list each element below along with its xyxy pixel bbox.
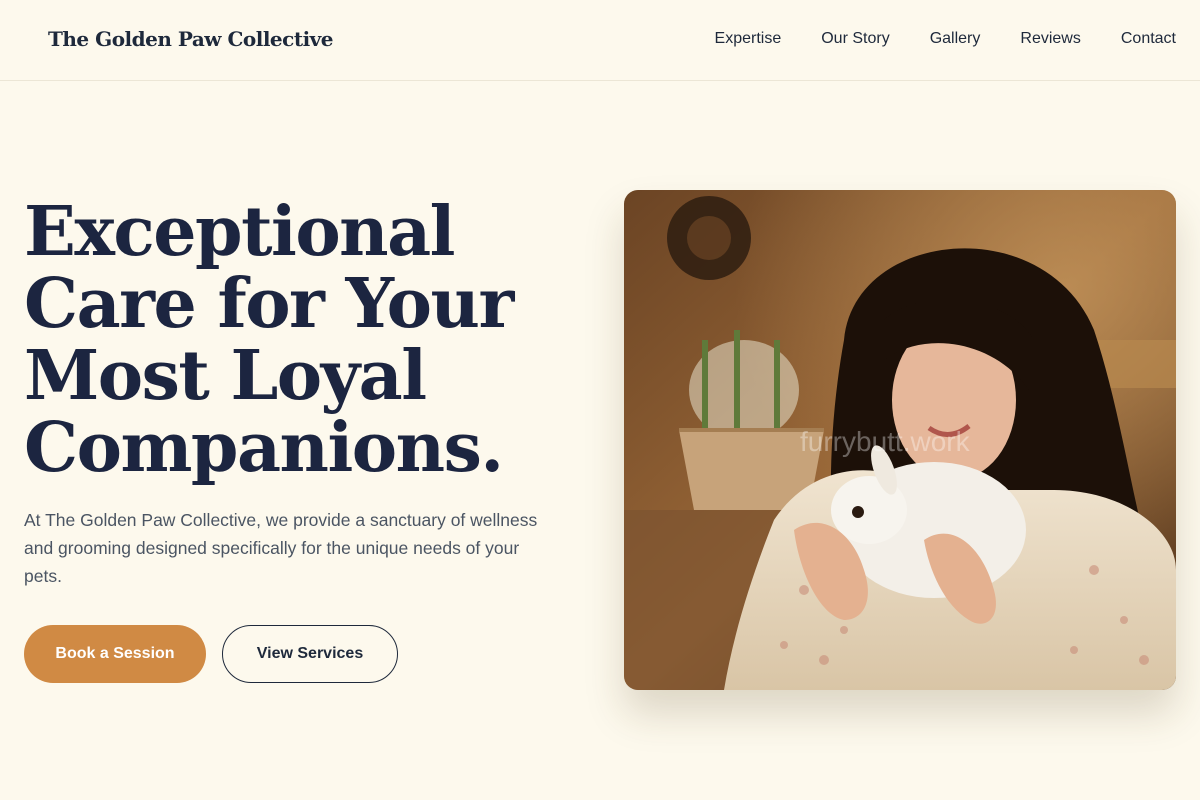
nav-link-contact[interactable]: Contact bbox=[1121, 30, 1176, 48]
image-watermark: furrybutt.work bbox=[800, 426, 970, 457]
nav-link-our-story[interactable]: Our Story bbox=[821, 30, 889, 48]
brand-logo[interactable]: The Golden Paw Collective bbox=[48, 27, 334, 51]
main-nav: Expertise Our Story Gallery Reviews Cont… bbox=[715, 30, 1176, 48]
hero-buttons: Book a Session View Services bbox=[24, 625, 398, 683]
hero-headline: Exceptional Care for Your Most Loyal Com… bbox=[24, 196, 584, 484]
headline-line: Companions. bbox=[24, 408, 504, 488]
hero-photo: furrybutt.work bbox=[624, 190, 1176, 690]
view-services-button[interactable]: View Services bbox=[222, 625, 398, 683]
book-session-button[interactable]: Book a Session bbox=[24, 625, 206, 683]
headline-line: Care for Your bbox=[24, 264, 514, 344]
headline-line: Exceptional bbox=[24, 192, 456, 272]
nav-link-reviews[interactable]: Reviews bbox=[1020, 30, 1080, 48]
headline-line: Most Loyal bbox=[24, 336, 427, 416]
nav-link-gallery[interactable]: Gallery bbox=[930, 30, 981, 48]
site-header: The Golden Paw Collective Expertise Our … bbox=[0, 0, 1200, 81]
hero-text: Exceptional Care for Your Most Loyal Com… bbox=[24, 196, 584, 590]
nav-link-expertise[interactable]: Expertise bbox=[715, 30, 782, 48]
hero-description: At The Golden Paw Collective, we provide… bbox=[24, 510, 538, 586]
